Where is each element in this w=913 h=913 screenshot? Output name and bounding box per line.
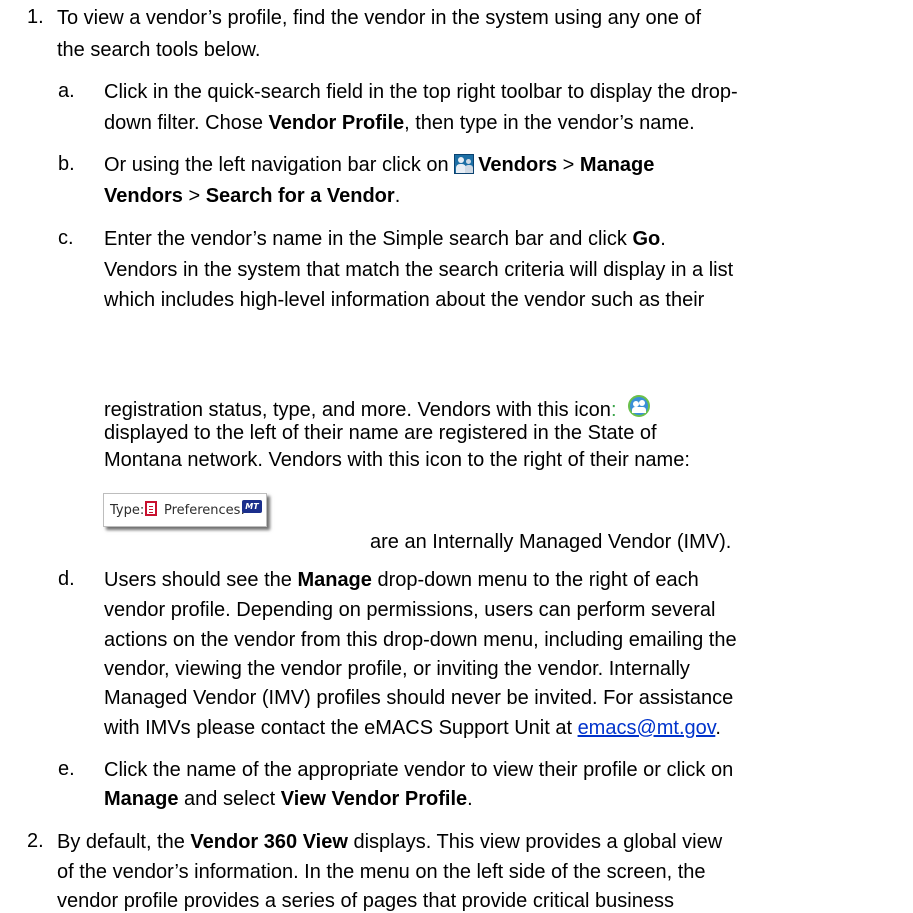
item-c-line-3: which includes high-level information ab… xyxy=(104,289,705,311)
item-e-line-2: Manage and select View Vendor Profile. xyxy=(104,788,473,810)
vendors-term: Vendors xyxy=(478,154,558,176)
item-a-letter: a. xyxy=(58,80,75,102)
item-b-line-2: Vendors > Search for a Vendor. xyxy=(104,185,401,207)
preferences-label: Preferences: xyxy=(164,503,245,518)
go-term: Go xyxy=(632,228,661,250)
vendors-icon xyxy=(454,154,475,174)
item-c-line-2: Vendors in the system that match the sea… xyxy=(104,259,734,281)
item-e-letter: e. xyxy=(58,758,75,780)
step-2-line-2: of the vendor’s information. In the menu… xyxy=(57,861,706,883)
item-c-line-1: Enter the vendor’s name in the Simple se… xyxy=(104,228,666,250)
type-label: Type: xyxy=(110,503,145,518)
item-b-line-1: Or using the left navigation bar click o… xyxy=(104,154,655,176)
item-a-line-2: down filter. Chose Vendor Profile, then … xyxy=(104,112,695,134)
manage-term: Manage xyxy=(579,154,655,176)
item-d-line-4: vendor, viewing the vendor profile, or i… xyxy=(104,658,690,680)
item-a-line-1: Click in the quick-search field in the t… xyxy=(104,81,738,103)
item-b-letter: b. xyxy=(58,153,75,175)
item-d-line-1: Users should see the Manage drop-down me… xyxy=(104,569,699,591)
mt-badge-icon: MT xyxy=(242,500,262,513)
step-2-line-1: By default, the Vendor 360 View displays… xyxy=(57,831,723,853)
document-type-icon xyxy=(145,501,157,516)
item-c-line-4: registration status, type, and more. Ven… xyxy=(104,399,617,421)
support-email-link[interactable]: emacs@mt.gov xyxy=(578,717,716,739)
item-d-line-2: vendor profile. Depending on permissions… xyxy=(104,599,716,621)
type-preferences-image: Type: Preferences: MT xyxy=(103,493,267,527)
search-for-vendor-term: Search for a Vendor xyxy=(205,185,395,207)
manage-term: Manage xyxy=(297,569,372,591)
item-c-letter: c. xyxy=(58,227,74,249)
item-c-line-5: displayed to the left of their name are … xyxy=(104,422,657,444)
item-d-letter: d. xyxy=(58,568,75,590)
item-d-line-5: Managed Vendor (IMV) profiles should nev… xyxy=(104,687,734,709)
vendor-profile-term: Vendor Profile xyxy=(268,112,405,134)
registered-vendor-icon xyxy=(628,395,650,417)
item-c-line-6: Montana network. Vendors with this icon … xyxy=(104,449,690,471)
view-vendor-profile-term: View Vendor Profile xyxy=(280,788,468,810)
vendor-360-view-term: Vendor 360 View xyxy=(190,831,348,853)
step-2-line-3: vendor profile provides a series of page… xyxy=(57,890,674,912)
step-1-line-2: the search tools below. xyxy=(57,39,261,61)
item-e-line-1: Click the name of the appropriate vendor… xyxy=(104,759,734,781)
item-c-line-7: are an Internally Managed Vendor (IMV). xyxy=(370,531,732,553)
manage-term: Manage xyxy=(104,788,179,810)
step-1-line-1: To view a vendor’s profile, find the ven… xyxy=(57,7,702,29)
item-d-line-6: with IMVs please contact the eMACS Suppo… xyxy=(104,717,721,739)
step-2-number: 2. xyxy=(27,830,44,852)
step-1-number: 1. xyxy=(27,6,44,28)
item-d-line-3: actions on the vendor from this drop-dow… xyxy=(104,629,737,651)
